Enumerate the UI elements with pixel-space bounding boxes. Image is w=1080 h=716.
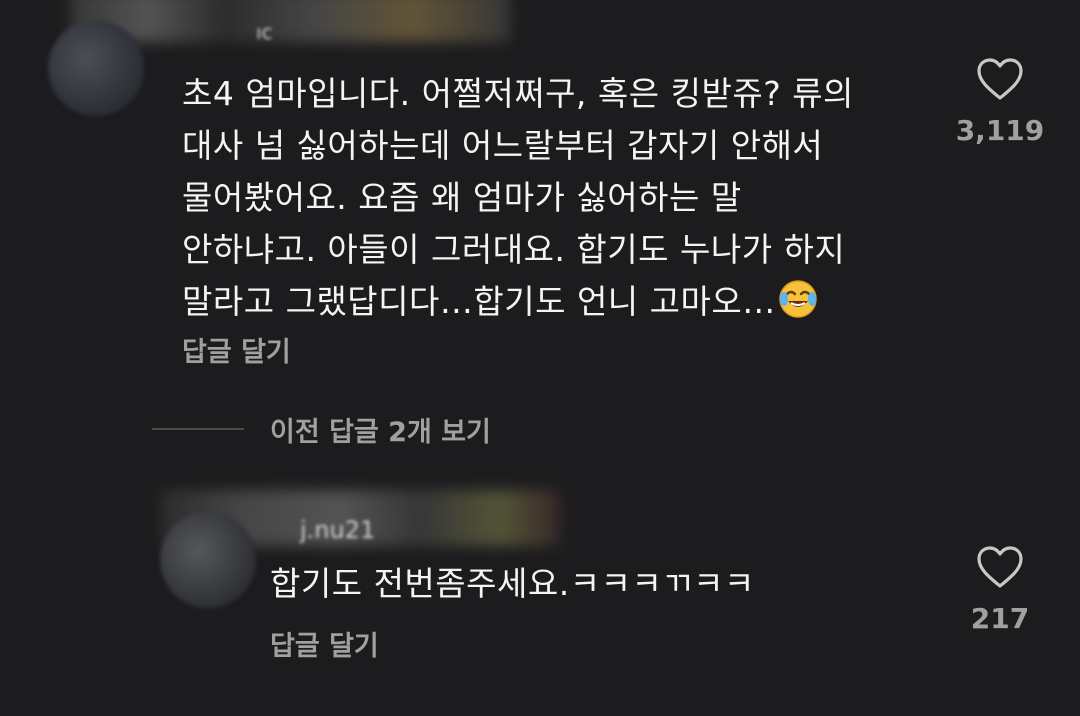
view-previous-replies-button[interactable]: 이전 답글 2개 보기 bbox=[152, 404, 491, 454]
comment-text-line-content: 말라고 그랬답디다…합기도 언니 고마오… bbox=[182, 282, 776, 321]
heart-icon[interactable] bbox=[975, 544, 1025, 590]
comment-text-line: 합기도 전번좀주세요.ㅋㅋㅋㄲㅋㅋ bbox=[270, 564, 755, 603]
like-block: 3,119 bbox=[940, 56, 1060, 147]
divider bbox=[152, 428, 244, 430]
reply-button[interactable]: 답글 달기 bbox=[182, 330, 291, 369]
comment-text: 초4 엄마입니다. 어쩔저쩌구, 혹은 킹받쥬? 류의 대사 넘 싫어하는데 어… bbox=[182, 68, 902, 328]
comment-text: 합기도 전번좀주세요.ㅋㅋㅋㄲㅋㅋ bbox=[270, 558, 930, 610]
comment-text-line: 말라고 그랬답디다…합기도 언니 고마오… bbox=[182, 276, 902, 328]
view-previous-replies-label: 이전 답글 2개 보기 bbox=[270, 416, 491, 448]
comment: ıc 초4 엄마입니다. 어쩔저쩌구, 혹은 킹받쥬? 류의 대사 넘 싫어하는… bbox=[0, 0, 1080, 380]
username[interactable]: j.nu21 bbox=[300, 516, 375, 544]
comment-text-line: 물어봤어요. 요즘 왜 엄마가 싫어하는 말 bbox=[182, 178, 742, 217]
comment-text-line: 대사 넘 싫어하는데 어느랄부터 갑자기 안해서 bbox=[182, 126, 824, 165]
face-with-tears-of-joy-icon bbox=[778, 280, 817, 318]
censored-username-bar bbox=[70, 0, 510, 42]
like-count: 3,119 bbox=[955, 114, 1045, 147]
like-count: 217 bbox=[970, 602, 1030, 635]
username[interactable]: ıc bbox=[256, 20, 273, 44]
comment-text-line: 초4 엄마입니다. 어쩔저쩌구, 혹은 킹받쥬? 류의 bbox=[182, 74, 854, 113]
comment: j.nu21 합기도 전번좀주세요.ㅋㅋㅋㄲㅋㅋ 답글 달기 217 bbox=[0, 470, 1080, 716]
avatar[interactable] bbox=[48, 20, 144, 116]
like-block: 217 bbox=[940, 544, 1060, 635]
avatar[interactable] bbox=[160, 512, 256, 608]
comment-text-line: 안하냐고. 아들이 그러대요. 합기도 누나가 하지 bbox=[182, 230, 846, 269]
reply-button[interactable]: 답글 달기 bbox=[270, 624, 379, 663]
heart-icon[interactable] bbox=[975, 56, 1025, 102]
